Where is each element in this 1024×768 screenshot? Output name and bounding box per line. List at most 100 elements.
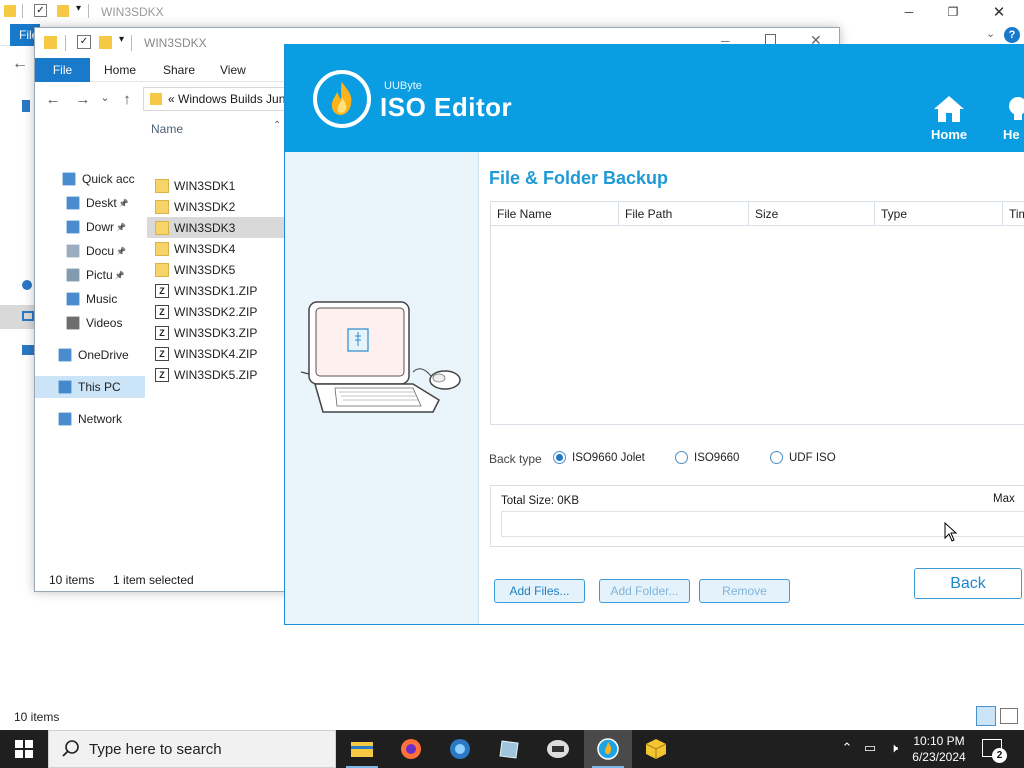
file-row[interactable]: WIN3SDK3	[147, 217, 285, 238]
file-row[interactable]: Z WIN3SDK5.ZIP	[147, 364, 285, 385]
back-button[interactable]: Back	[914, 568, 1022, 599]
star-icon	[62, 172, 76, 186]
radio-iso9660[interactable]: ISO9660	[675, 451, 739, 464]
column-header-size[interactable]: Size	[749, 202, 875, 225]
home-button[interactable]: Home	[931, 94, 967, 142]
taskbar-app-package[interactable]	[632, 730, 680, 768]
taskbar-iso-editor[interactable]	[584, 730, 632, 768]
nav-item-videos[interactable]: Videos	[35, 312, 145, 334]
forward-arrow-icon[interactable]: →	[74, 91, 92, 109]
file-row[interactable]: Z WIN3SDK4.ZIP	[147, 343, 285, 364]
search-placeholder: Type here to search	[89, 740, 222, 758]
nav-item-music[interactable]: Music	[35, 288, 145, 310]
up-arrow-icon[interactable]: ↑	[118, 91, 136, 109]
nav-item-docu[interactable]: Docu 📌	[35, 240, 145, 262]
close-button[interactable]: ✕	[976, 0, 1022, 24]
start-button[interactable]	[0, 730, 48, 768]
file-list: Name ⌃ WIN3SDK1 WIN3SDK2 WIN3SDK3 WIN3SDK4 W…	[147, 116, 287, 556]
nav-item-dowr[interactable]: Dowr 📌	[35, 216, 145, 238]
nav-item-network[interactable]: Network	[35, 408, 145, 430]
back-arrow-icon[interactable]: ←	[44, 91, 62, 109]
radio-udf-iso[interactable]: UDF ISO	[770, 451, 836, 464]
tab-view[interactable]: View	[220, 58, 246, 82]
home-label: Home	[931, 127, 968, 142]
browser-icon	[450, 739, 470, 759]
total-size-label: Total Size: 0KB	[501, 495, 579, 507]
taskbar-search-box[interactable]: Type here to search	[48, 730, 336, 768]
radio-iso9660-jolet[interactable]: ISO9660 Jolet	[553, 451, 645, 464]
nav-item-onedrive[interactable]: OneDrive	[35, 344, 145, 366]
address-path: « Windows Builds Jun	[168, 92, 286, 106]
notes-app-icon	[499, 740, 519, 759]
taskbar-app-notes[interactable]	[485, 730, 533, 768]
file-row[interactable]: WIN3SDK2	[147, 196, 285, 217]
clock-time: 10:10 PM	[913, 734, 965, 748]
sort-chevron-icon[interactable]: ⌃	[273, 120, 281, 131]
file-row[interactable]: WIN3SDK1	[147, 175, 285, 196]
taskbar-file-explorer[interactable]	[338, 730, 386, 768]
nav-item-label: OneDrive	[78, 348, 129, 362]
tab-home[interactable]: Home	[104, 58, 136, 82]
address-bar[interactable]: « Windows Builds Jun	[143, 87, 303, 111]
file-row[interactable]: WIN3SDK5	[147, 259, 285, 280]
network-status-icon[interactable]: ▭	[861, 740, 879, 758]
nav-item-this-pc[interactable]: This PC	[35, 376, 145, 398]
maximize-button[interactable]: ❐	[930, 0, 976, 24]
folder-icon	[155, 220, 169, 235]
nav-item-quick-acc[interactable]: Quick acc	[35, 168, 145, 190]
properties-icon[interactable]: ✓	[77, 35, 91, 49]
new-folder-icon[interactable]	[57, 5, 69, 17]
folder-icon	[44, 36, 57, 49]
column-header-file-path[interactable]: File Path	[619, 202, 749, 225]
details-view-icon[interactable]	[976, 706, 996, 726]
file-row[interactable]: Z WIN3SDK2.ZIP	[147, 301, 285, 322]
music-icon	[66, 292, 80, 306]
new-folder-icon[interactable]	[99, 36, 112, 49]
column-header-name[interactable]: Name	[151, 122, 183, 136]
taskbar-clock[interactable]: 10:10 PM 6/23/2024	[900, 733, 978, 765]
taskbar-browser[interactable]	[436, 730, 484, 768]
tab-share[interactable]: Share	[163, 58, 195, 82]
nav-item-label: Docu	[86, 244, 115, 258]
file-explorer-icon	[351, 742, 373, 757]
help-button[interactable]: He	[1003, 94, 1024, 142]
column-header-file-name[interactable]: File Name	[491, 202, 619, 225]
file-row[interactable]: WIN3SDK4	[147, 238, 285, 259]
expand-ribbon-icon[interactable]: ⌄	[986, 27, 995, 40]
recent-locations-icon[interactable]: ⌄	[96, 91, 114, 109]
help-label: He	[1003, 127, 1020, 142]
nav-item-deskt[interactable]: Deskt 📌	[35, 192, 145, 214]
add-files-button[interactable]: Add Files...	[494, 579, 585, 603]
column-header-type[interactable]: Type	[875, 202, 1003, 225]
tab-file[interactable]: File	[35, 58, 90, 82]
taskbar-firefox[interactable]	[387, 730, 435, 768]
file-name: WIN3SDK5	[174, 262, 236, 277]
folder-icon	[150, 93, 162, 105]
file-row[interactable]: Z WIN3SDK1.ZIP	[147, 280, 285, 301]
divider	[65, 35, 66, 51]
remove-button[interactable]: Remove	[699, 579, 790, 603]
radio-label: UDF ISO	[789, 451, 836, 464]
search-icon	[62, 740, 79, 757]
file-row[interactable]: Z WIN3SDK3.ZIP	[147, 322, 285, 343]
large-icons-view-icon[interactable]	[1000, 708, 1018, 724]
back-arrow-icon[interactable]: ←	[12, 55, 28, 73]
side-panel	[285, 152, 479, 624]
show-hidden-icons-chevron-icon[interactable]: ⌃	[838, 740, 856, 758]
column-header-time[interactable]: Tim	[1003, 202, 1024, 225]
backup-file-table[interactable]: File Name File Path Size Type Tim	[490, 201, 1024, 425]
computer-icon	[58, 380, 72, 394]
pictures-icon	[66, 268, 80, 282]
iso-editor-window: UUByte ISO Editor Home He File & Folder …	[284, 44, 1024, 625]
file-name: WIN3SDK3.ZIP	[174, 325, 258, 340]
quick-access-dropdown-icon[interactable]: ▾	[76, 3, 81, 14]
minimize-button[interactable]: ─	[886, 0, 932, 24]
help-icon[interactable]: ?	[1004, 27, 1020, 43]
nav-item-pictu[interactable]: Pictu 📌	[35, 264, 145, 286]
quick-access-dropdown-icon[interactable]: ▾	[119, 34, 124, 45]
properties-icon[interactable]: ✓	[34, 4, 47, 17]
file-name: WIN3SDK4	[174, 241, 236, 256]
taskbar-app-drive[interactable]	[534, 730, 582, 768]
folder-icon	[155, 241, 169, 256]
add-folder-button[interactable]: Add Folder...	[599, 579, 690, 603]
